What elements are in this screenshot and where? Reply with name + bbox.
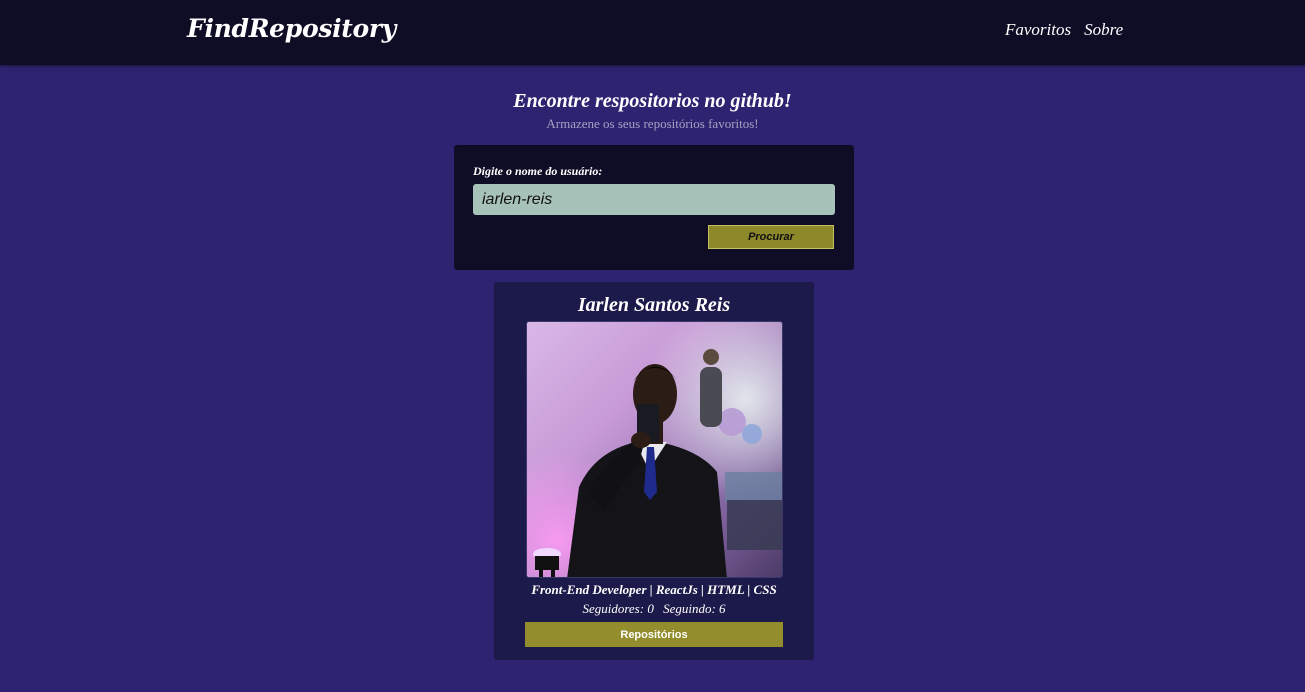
username-label: Digite o nome do usuário: bbox=[473, 164, 603, 178]
profile-card: Iarlen Santos Reis Front-End Developer |… bbox=[494, 282, 814, 660]
search-button[interactable]: Procurar bbox=[708, 225, 834, 249]
nav-link-sobre[interactable]: Sobre bbox=[1084, 20, 1123, 40]
nav-links: Favoritos Sobre bbox=[1005, 20, 1123, 40]
navbar: FindRepository Favoritos Sobre bbox=[0, 0, 1305, 65]
profile-stats: Seguidores: 0 Seguindo: 6 bbox=[494, 601, 814, 617]
app-logo[interactable]: FindRepository bbox=[187, 14, 396, 43]
avatar bbox=[526, 321, 783, 578]
nav-link-favoritos[interactable]: Favoritos bbox=[1005, 20, 1071, 40]
search-panel: Digite o nome do usuário: Procurar bbox=[454, 145, 854, 270]
repositories-button[interactable]: Repositórios bbox=[525, 622, 783, 647]
followers-count: Seguidores: 0 bbox=[582, 601, 654, 616]
page-title: Encontre respositorios no github! bbox=[513, 90, 792, 112]
page-subtitle: Armazene os seus repositórios favoritos! bbox=[546, 116, 759, 131]
following-count: Seguindo: 6 bbox=[663, 601, 726, 616]
profile-bio: Front-End Developer | ReactJs | HTML | C… bbox=[531, 582, 777, 597]
username-input[interactable] bbox=[473, 184, 835, 215]
profile-name: Iarlen Santos Reis bbox=[577, 294, 731, 316]
